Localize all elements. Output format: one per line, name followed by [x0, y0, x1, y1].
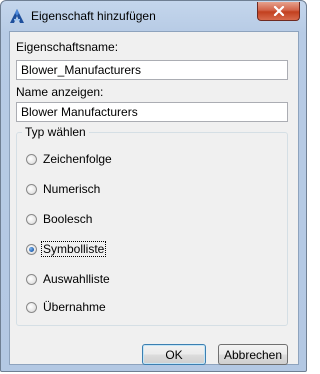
radio-button[interactable]: [26, 183, 37, 195]
radio-button-selected[interactable]: [26, 243, 37, 255]
radio-label: Übernahme: [43, 300, 106, 314]
cancel-button[interactable]: Abbrechen: [218, 344, 288, 365]
radio-option-auswahlliste[interactable]: Auswahlliste: [26, 270, 111, 288]
radio-button[interactable]: [26, 213, 37, 225]
radio-option-zeichenfolge[interactable]: Zeichenfolge: [26, 150, 113, 168]
radio-button[interactable]: [26, 153, 37, 165]
display-name-label: Name anzeigen:: [16, 85, 104, 99]
window-title: Eigenschaft hinzufügen: [31, 9, 156, 23]
radio-label: Auswahlliste: [43, 272, 110, 286]
radio-label: Zeichenfolge: [43, 152, 112, 166]
close-button[interactable]: [257, 2, 300, 21]
close-x-icon: [273, 6, 284, 16]
property-name-input[interactable]: Blower_Manufacturers: [16, 60, 288, 80]
radio-option-symbolliste[interactable]: Symbolliste: [26, 240, 107, 258]
title-bar[interactable]: Eigenschaft hinzufügen: [1, 1, 306, 31]
radio-option-boolesch[interactable]: Boolesch: [26, 210, 93, 228]
property-name-label: Eigenschaftsname:: [16, 40, 119, 54]
type-group-legend: Typ wählen: [22, 125, 89, 139]
dialog-client-area: Eigenschaftsname: Blower_Manufacturers N…: [9, 31, 299, 365]
radio-label: Symbolliste: [40, 241, 107, 257]
radio-option-uebernahme[interactable]: Übernahme: [26, 298, 107, 316]
dialog-window: Eigenschaft hinzufügen Eigenschaftsname:…: [0, 0, 307, 372]
display-name-input[interactable]: Blower Manufacturers: [16, 102, 288, 122]
radio-button[interactable]: [26, 301, 37, 313]
radio-label: Boolesch: [43, 212, 93, 226]
radio-option-numerisch[interactable]: Numerisch: [26, 180, 101, 198]
radio-button[interactable]: [26, 273, 37, 285]
radio-label: Numerisch: [43, 182, 101, 196]
autocad-a-icon: [10, 9, 24, 23]
ok-button[interactable]: OK: [142, 344, 206, 365]
